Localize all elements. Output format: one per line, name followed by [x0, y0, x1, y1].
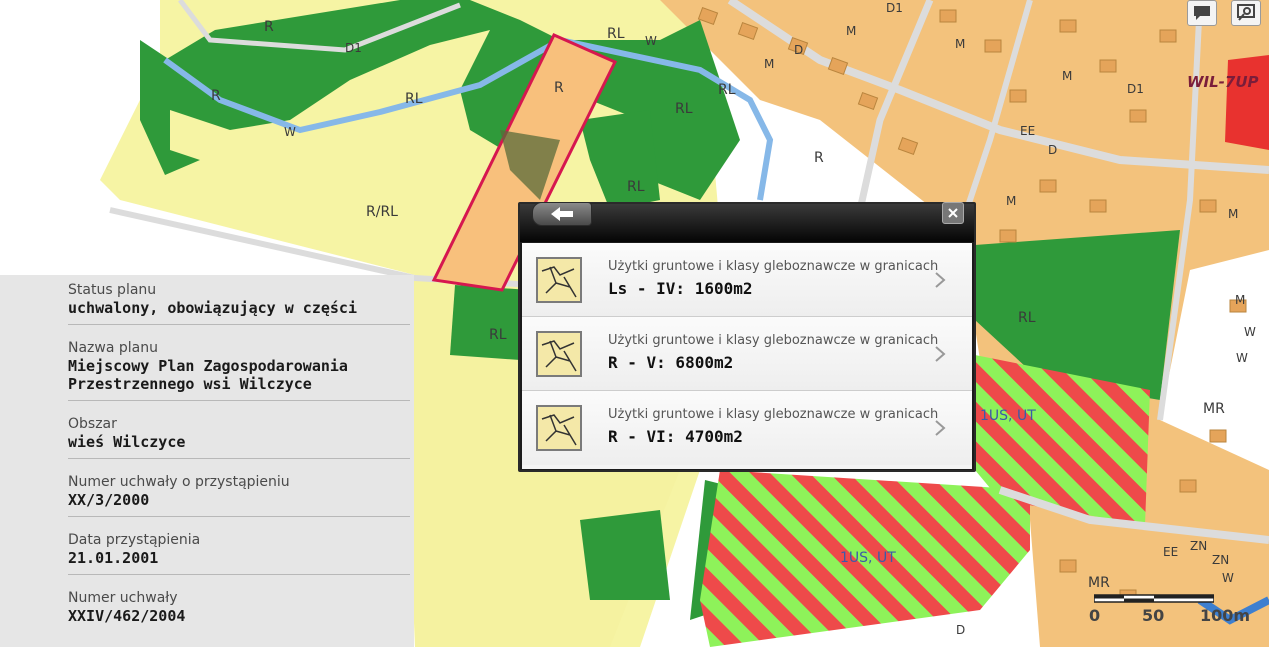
map-label: R — [264, 19, 274, 35]
info-value: XXIV/462/2004 — [68, 607, 186, 625]
info-label: Status planu — [68, 282, 157, 298]
map-label: WIL-7UP — [1187, 73, 1259, 91]
arrow-left-icon — [551, 207, 573, 221]
soil-map-icon — [536, 331, 582, 377]
map-label: RL — [405, 91, 423, 107]
map-label: M — [1228, 207, 1238, 221]
forest-patch-south — [580, 510, 670, 600]
popup-item[interactable]: Użytki gruntowe i klasy gleboznawcze w g… — [522, 243, 972, 317]
info-value: uchwalony, obowiązujący w części — [68, 299, 357, 317]
map-label: EE — [1020, 124, 1035, 138]
map-label: R — [814, 150, 824, 166]
map-label: EE — [1163, 545, 1178, 559]
map-label: W — [284, 125, 296, 139]
item-title: Użytki gruntowe i klasy gleboznawcze w g… — [608, 259, 939, 274]
map-label: ZN — [1212, 553, 1229, 567]
info-row-resolution-start: Numer uchwały o przystąpieniu XX/3/2000 — [68, 459, 410, 517]
search-button[interactable] — [1231, 0, 1261, 26]
popup-item[interactable]: Użytki gruntowe i klasy gleboznawcze w g… — [522, 391, 972, 465]
map-label: MR — [1203, 401, 1225, 417]
scale-label: 50 — [1142, 606, 1165, 625]
map-label: D — [956, 623, 965, 637]
map-label: R — [554, 80, 564, 96]
chevron-right-icon — [935, 346, 946, 362]
item-title: Użytki gruntowe i klasy gleboznawcze w g… — [608, 333, 939, 348]
info-row-start-date: Data przystąpienia 21.01.2001 — [68, 517, 410, 575]
map-label: M — [955, 37, 965, 51]
popup-item[interactable]: Użytki gruntowe i klasy gleboznawcze w g… — [522, 317, 972, 391]
comment-button[interactable] — [1187, 0, 1217, 26]
map-label: RL — [489, 327, 507, 343]
scale-bar: 0 50 100m — [1089, 594, 1252, 626]
map-label: 1US, UT — [980, 408, 1036, 424]
search-icon — [1237, 4, 1255, 21]
plan-info-panel: Status planu uchwalony, obowiązujący w c… — [0, 275, 414, 647]
map-label: ZN — [1190, 539, 1207, 553]
info-value: XX/3/2000 — [68, 491, 150, 509]
popup-header — [520, 202, 974, 242]
info-value: Miejscowy Plan Zagospodarowania Przestrz… — [68, 357, 348, 393]
info-row-resolution: Numer uchwały XXIV/462/2004 — [68, 575, 410, 632]
popup-list: Użytki gruntowe i klasy gleboznawcze w g… — [522, 243, 972, 469]
map-label: M — [1062, 69, 1072, 83]
map-label: W — [645, 34, 657, 48]
scale-label: 100m — [1200, 606, 1251, 625]
map-label: M — [1006, 194, 1016, 208]
map-label: M — [846, 24, 856, 38]
soil-map-icon — [536, 257, 582, 303]
info-row-area: Obszar wieś Wilczyce — [68, 401, 410, 459]
map-label: RL — [675, 101, 693, 117]
map-label: 1US, UT — [840, 550, 896, 566]
map-label: RL — [607, 26, 625, 42]
map-label: W — [1222, 571, 1234, 585]
item-value: R - VI: 4700m2 — [608, 427, 743, 446]
scale-label: 0 — [1089, 606, 1101, 625]
map-label: R — [211, 88, 221, 104]
item-title: Użytki gruntowe i klasy gleboznawcze w g… — [608, 407, 939, 422]
chevron-right-icon — [935, 272, 946, 288]
close-button[interactable] — [942, 202, 964, 224]
info-row-status: Status planu uchwalony, obowiązujący w c… — [68, 275, 410, 325]
map-label: D — [794, 43, 803, 57]
item-value: R - V: 6800m2 — [608, 353, 734, 372]
info-row-name: Nazwa planu Miejscowy Plan Zagospodarowa… — [68, 325, 410, 401]
info-label: Nazwa planu — [68, 340, 158, 356]
back-button[interactable] — [532, 202, 592, 226]
comment-icon — [1194, 6, 1210, 20]
map-label: W — [1236, 351, 1248, 365]
map-label: R/RL — [366, 204, 398, 220]
info-label: Numer uchwały o przystąpieniu — [68, 474, 290, 490]
scale-bar-graphic — [1094, 594, 1214, 603]
info-label: Numer uchwały — [68, 590, 178, 606]
info-label: Obszar — [68, 416, 117, 432]
chevron-right-icon — [935, 420, 946, 436]
soil-map-icon — [536, 405, 582, 451]
map-label: M — [764, 57, 774, 71]
map-label: RL — [718, 82, 736, 98]
info-value: wieś Wilczyce — [68, 433, 186, 451]
map-label: D — [1048, 143, 1057, 157]
info-label: Data przystąpienia — [68, 532, 201, 548]
item-value: Ls - IV: 1600m2 — [608, 279, 753, 298]
map-label: RL — [627, 179, 645, 195]
map-label: D1 — [345, 41, 362, 55]
close-icon — [948, 208, 958, 218]
wil-zone — [1225, 55, 1269, 150]
feature-popup: Użytki gruntowe i klasy gleboznawcze w g… — [518, 202, 976, 472]
map-label: M — [1235, 293, 1245, 307]
map-label: D1 — [886, 1, 903, 15]
map-label: RL — [1018, 310, 1036, 326]
map-label: W — [1244, 325, 1256, 339]
map-label: MR — [1088, 575, 1110, 591]
info-value: 21.01.2001 — [68, 549, 159, 567]
map-label: D1 — [1127, 82, 1144, 96]
